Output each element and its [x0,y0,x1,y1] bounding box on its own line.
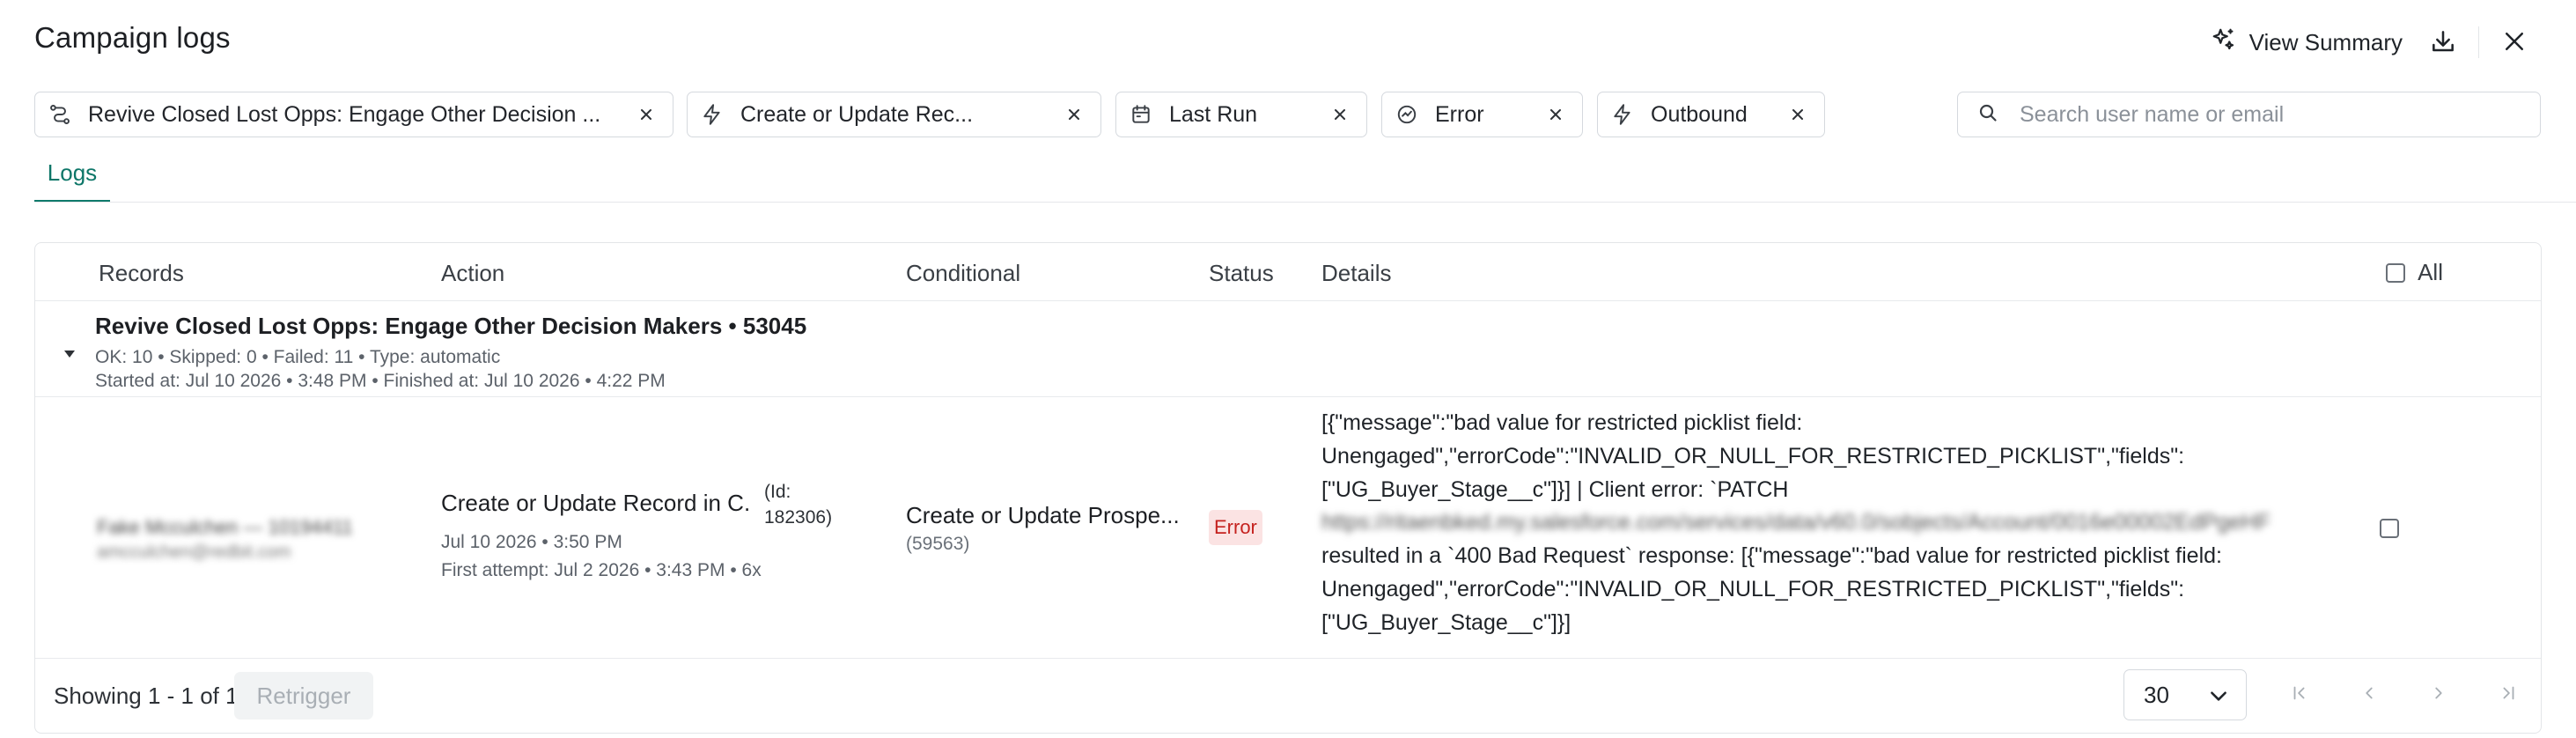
view-summary-button[interactable]: View Summary [2197,19,2417,65]
record-email: amcculchen@redbit.com [97,542,291,562]
collapse-caret-icon[interactable] [56,341,83,367]
details-line: Unengaged","errorCode":"INVALID_OR_NULL_… [1321,443,2185,469]
header-actions: View Summary [2197,19,2541,65]
details-line: resulted in a `400 Bad Request` response… [1321,543,2222,569]
tab-divider [34,202,2576,203]
calendar-icon [1129,102,1153,127]
remove-filter-button[interactable] [1321,95,1359,134]
details-url: https://ritaenbked.my.salesforce.com/ser… [1321,510,2271,535]
action-id: (Id: 182306) [764,482,833,528]
page-size-value: 30 [2144,681,2169,708]
pagination-summary: Showing 1 - 1 of 1 [54,683,239,709]
error-status-icon [1395,102,1419,127]
group-title: Revive Closed Lost Opps: Engage Other De… [95,313,807,339]
workflow-icon [48,102,72,127]
filter-chip-label: Outbound [1651,101,1748,127]
column-header-status: Status [1209,260,1274,286]
chevron-down-icon [2207,684,2230,713]
page-title: Campaign logs [34,21,231,54]
filter-chip-campaign[interactable]: Revive Closed Lost Opps: Engage Other De… [34,92,673,137]
select-all[interactable]: All [2386,259,2443,286]
remove-filter-button[interactable] [1536,95,1575,134]
search-box [1957,92,2541,137]
details-line: ["UG_Buyer_Stage__c"]}] [1321,609,1571,635]
download-icon [2429,27,2457,58]
header-divider [2478,26,2479,58]
search-input[interactable] [2020,101,2513,128]
lightning-icon [1610,102,1635,127]
filter-chip-action[interactable]: Create or Update Rec... [687,92,1101,137]
action-title[interactable]: Create or Update Record in C... [441,490,749,517]
remove-filter-button[interactable] [1055,95,1093,134]
details-line: [{"message":"bad value for restricted pi… [1321,410,1803,435]
filter-chip-date[interactable]: Last Run [1115,92,1367,137]
filter-chip-status[interactable]: Error [1381,92,1583,137]
first-page-button[interactable] [2282,677,2317,712]
close-button[interactable] [2488,19,2541,65]
search-icon [1977,102,1998,128]
group-stats: OK: 10 • Skipped: 0 • Failed: 11 • Type:… [95,347,501,367]
view-summary-label: View Summary [2248,28,2403,55]
chevron-left-icon [2359,683,2379,707]
details-line: ["UG_Buyer_Stage__c"]}] | Client error: … [1321,476,1789,502]
retrigger-button[interactable]: Retrigger [234,672,373,720]
logs-table: Records Action Conditional Status Detail… [34,242,2542,734]
column-header-details: Details [1321,260,1392,286]
last-page-button[interactable] [2491,677,2526,712]
action-first-attempt: First attempt: Jul 2 2026 • 3:43 PM • 6x [441,560,762,580]
page-size-select[interactable]: 30 [2123,669,2247,720]
previous-page-button[interactable] [2352,677,2387,712]
lightning-icon [700,102,725,127]
remove-filter-button[interactable] [1778,95,1817,134]
error-details: [{"message":"bad value for restricted pi… [1321,407,2387,640]
campaign-group-row[interactable]: Revive Closed Lost Opps: Engage Other De… [35,302,2541,397]
filter-chip-label: Revive Closed Lost Opps: Engage Other De… [88,101,601,127]
close-icon [2501,28,2528,57]
table-row[interactable]: Fake Mcculchen — 10194411 amcculchen@red… [35,398,2541,659]
record-name[interactable]: Fake Mcculchen — 10194411 [97,516,353,539]
select-all-label: All [2418,259,2443,285]
download-button[interactable] [2417,19,2469,65]
first-page-icon [2290,683,2309,707]
conditional-id: (59563) [906,534,970,554]
column-header-action: Action [441,260,505,286]
chevron-right-icon [2429,683,2448,707]
table-footer: Showing 1 - 1 of 1 Retrigger 30 [35,660,2541,733]
last-page-icon [2499,683,2518,707]
details-line: Unengaged","errorCode":"INVALID_OR_NULL_… [1321,576,2185,601]
action-date: Jul 10 2026 • 3:50 PM [441,532,622,552]
filter-chip-label: Last Run [1169,101,1258,127]
remove-filter-button[interactable] [627,95,666,134]
next-page-button[interactable] [2421,677,2456,712]
conditional-title[interactable]: Create or Update Prospe... [906,502,1179,529]
filter-chip-direction[interactable]: Outbound [1597,92,1825,137]
tab-bar: Logs [34,150,2576,204]
row-checkbox[interactable] [2380,519,2399,538]
filter-chip-label: Error [1435,101,1484,127]
column-header-conditional: Conditional [906,260,1021,286]
table-header: Records Action Conditional Status Detail… [35,243,2541,301]
tab-logs[interactable]: Logs [34,150,110,203]
column-header-records: Records [99,260,184,286]
status-badge: Error [1209,510,1262,545]
group-timing: Started at: Jul 10 2026 • 3:48 PM • Fini… [95,371,666,391]
select-all-checkbox[interactable] [2386,262,2406,283]
filter-chip-label: Create or Update Rec... [740,101,974,127]
sparkle-icon [2211,26,2237,59]
